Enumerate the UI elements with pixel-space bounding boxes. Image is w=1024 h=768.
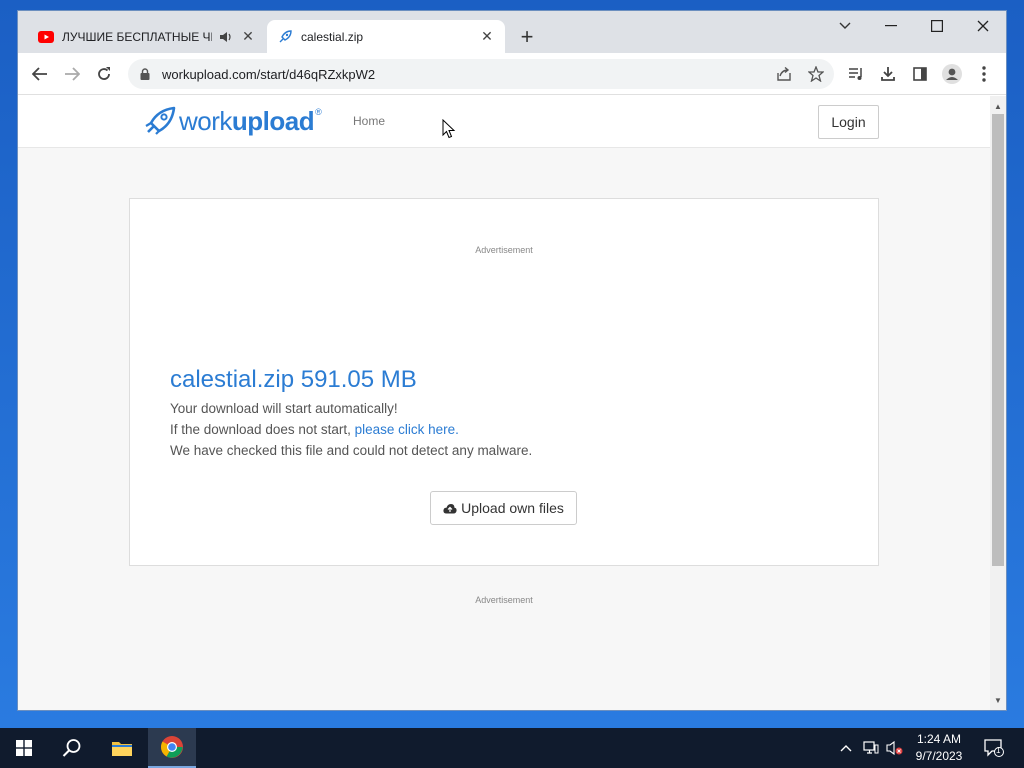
- address-bar[interactable]: workupload.com/start/d46qRZxkpW2: [128, 59, 834, 89]
- profile-avatar-icon[interactable]: [940, 62, 964, 86]
- youtube-icon: [38, 29, 54, 45]
- volume-muted-icon[interactable]: [884, 728, 906, 768]
- download-icon[interactable]: [876, 62, 900, 86]
- tab-youtube[interactable]: ЛУЧШИЕ БЕСПЛАТНЫЕ ЧИТЫ ✕: [28, 20, 266, 53]
- back-button[interactable]: [28, 62, 52, 86]
- site-navbar: workupload ® Home Login: [18, 96, 990, 148]
- scroll-up-icon[interactable]: ▲: [990, 98, 1006, 114]
- speaker-icon[interactable]: [218, 29, 234, 45]
- auto-download-text: Your download will start automatically!: [170, 401, 398, 416]
- file-explorer-icon[interactable]: [98, 728, 146, 768]
- chrome-taskbar-icon[interactable]: [148, 728, 196, 768]
- browser-window: ЛУЧШИЕ БЕСПЛАТНЫЕ ЧИТЫ ✕ calestial.zip ✕…: [17, 10, 1007, 711]
- side-panel-icon[interactable]: [908, 62, 932, 86]
- rocket-logo-icon: [144, 106, 176, 136]
- workupload-logo[interactable]: workupload ®: [144, 104, 322, 138]
- rocket-icon: [277, 29, 293, 45]
- logo-text-upload: upload: [231, 105, 315, 136]
- advertisement-label-bottom: Advertisement: [475, 595, 533, 605]
- notification-count: 1: [996, 746, 1001, 755]
- tab-title: calestial.zip: [301, 29, 364, 44]
- upload-button-label: Upload own files: [461, 500, 564, 516]
- notification-center-icon[interactable]: 1: [980, 728, 1008, 768]
- system-clock[interactable]: 1:24 AM 9/7/2023: [905, 731, 973, 765]
- menu-kebab-icon[interactable]: [972, 62, 996, 86]
- malware-check-text: We have checked this file and could not …: [170, 443, 533, 458]
- tab-title: ЛУЧШИЕ БЕСПЛАТНЫЕ ЧИТЫ: [62, 29, 212, 44]
- bookmark-star-icon[interactable]: [804, 62, 828, 86]
- tray-chevron-up-icon[interactable]: [836, 728, 856, 768]
- page-viewport: workupload ® Home Login Advertisement ca…: [18, 96, 990, 710]
- browser-toolbar: workupload.com/start/d46qRZxkpW2: [18, 53, 1006, 95]
- maximize-button[interactable]: [914, 11, 960, 41]
- download-card: Advertisement calestial.zip 591.05 MB Yo…: [129, 198, 879, 566]
- tab-search-icon[interactable]: [822, 11, 868, 41]
- logo-text-work: work: [179, 105, 232, 136]
- scroll-down-icon[interactable]: ▼: [990, 692, 1006, 708]
- clock-date: 9/7/2023: [915, 749, 963, 763]
- media-control-icon[interactable]: [844, 62, 868, 86]
- close-tab-icon[interactable]: ✕: [240, 28, 256, 45]
- close-window-button[interactable]: [960, 11, 1006, 41]
- fallback-prefix: If the download does not start,: [170, 422, 355, 437]
- new-tab-button[interactable]: +: [515, 24, 539, 49]
- tab-calestial[interactable]: calestial.zip ✕: [267, 20, 505, 53]
- nav-home-link[interactable]: Home: [353, 114, 385, 128]
- minimize-button[interactable]: [868, 11, 914, 41]
- mouse-cursor-icon: [442, 118, 456, 139]
- upload-own-files-button[interactable]: Upload own files: [430, 491, 577, 525]
- advertisement-label: Advertisement: [475, 245, 533, 255]
- fallback-download-text: If the download does not start, please c…: [170, 422, 459, 437]
- reload-button[interactable]: [92, 62, 116, 86]
- cloud-upload-icon: [443, 502, 457, 514]
- logo-registered-mark: ®: [315, 107, 322, 117]
- clock-time: 1:24 AM: [916, 732, 962, 746]
- url-text[interactable]: workupload.com/start/d46qRZxkpW2: [162, 67, 375, 82]
- start-button[interactable]: [0, 728, 48, 768]
- forward-button[interactable]: [60, 62, 84, 86]
- scrollbar-thumb[interactable]: [992, 114, 1004, 566]
- click-here-link[interactable]: please click here.: [355, 422, 459, 437]
- network-icon[interactable]: [860, 728, 882, 768]
- windows-taskbar: 1:24 AM 9/7/2023 1: [0, 728, 1024, 768]
- login-button[interactable]: Login: [818, 105, 879, 139]
- search-icon[interactable]: [48, 728, 96, 768]
- tab-strip: ЛУЧШИЕ БЕСПЛАТНЫЕ ЧИТЫ ✕ calestial.zip ✕…: [18, 11, 1006, 53]
- close-tab-icon[interactable]: ✕: [479, 28, 495, 45]
- share-icon[interactable]: [772, 62, 796, 86]
- lock-icon[interactable]: [140, 68, 154, 80]
- page-scrollbar[interactable]: ▲ ▼: [990, 96, 1006, 710]
- file-title: calestial.zip 591.05 MB: [170, 366, 417, 393]
